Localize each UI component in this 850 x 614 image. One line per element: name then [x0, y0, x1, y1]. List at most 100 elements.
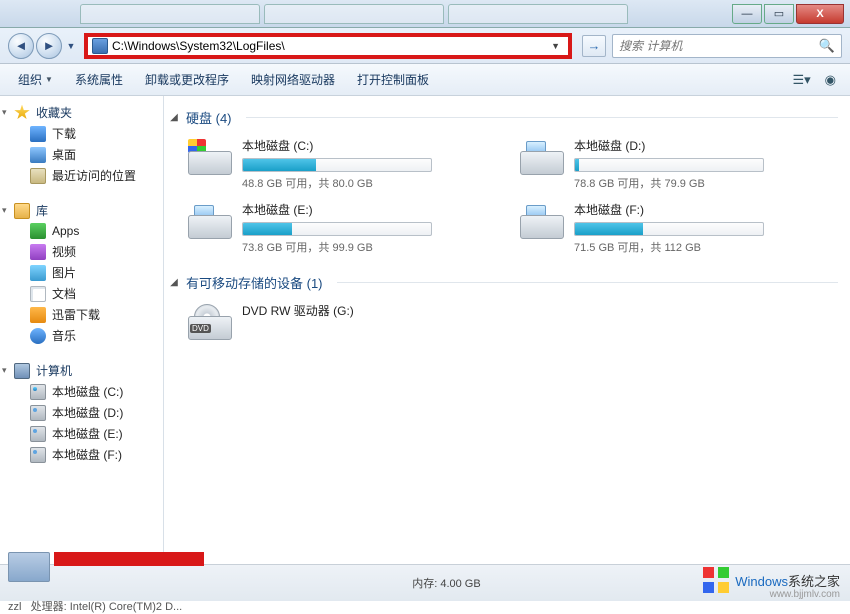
apps-icon — [30, 223, 46, 239]
drive-label: 本地磁盘 (C:) — [242, 137, 500, 154]
sidebar-item-drive-e[interactable]: 本地磁盘 (E:) — [0, 423, 163, 444]
picture-icon — [30, 265, 46, 281]
drive-stat: 71.5 GB 可用，共 112 GB — [574, 239, 832, 255]
video-icon — [30, 244, 46, 260]
computer-thumb-icon — [8, 552, 50, 582]
drive-d[interactable]: 本地磁盘 (D:) 78.8 GB 可用，共 79.9 GB — [520, 137, 832, 191]
window-tab[interactable] — [448, 4, 628, 24]
chevron-down-icon: ▼ — [45, 75, 53, 84]
forward-button[interactable]: ► — [36, 33, 62, 59]
sidebar-item-videos[interactable]: 视频 — [0, 241, 163, 262]
uninstall-button[interactable]: 卸载或更改程序 — [135, 67, 239, 92]
watermark: Windows系统之家 www.bjjmlv.com — [703, 567, 840, 593]
library-icon — [14, 203, 30, 219]
drive-e[interactable]: 本地磁盘 (E:) 73.8 GB 可用，共 99.9 GB — [188, 201, 500, 255]
download-icon — [30, 126, 46, 142]
chevron-down-icon: ▾ — [2, 365, 7, 376]
address-input[interactable] — [112, 39, 547, 53]
chevron-down-icon: ◢ — [168, 112, 180, 123]
sidebar-item-drive-f[interactable]: 本地磁盘 (F:) — [0, 444, 163, 465]
window-tabs — [80, 4, 628, 24]
nav-arrows: ◄ ► ▼ — [8, 33, 78, 59]
sidebar-item-xunlei[interactable]: 迅雷下载 — [0, 304, 163, 325]
drive-label: 本地磁盘 (D:) — [574, 137, 832, 154]
minimize-button[interactable]: — — [732, 4, 762, 24]
search-input[interactable] — [619, 39, 819, 53]
organize-button[interactable]: 组织▼ — [8, 67, 63, 92]
usage-bar — [574, 158, 764, 172]
drive-icon — [30, 426, 46, 442]
close-button[interactable]: X — [796, 4, 844, 24]
control-panel-button[interactable]: 打开控制面板 — [347, 67, 439, 92]
status-user: zzl — [8, 601, 21, 613]
sidebar-item-recent[interactable]: 最近访问的位置 — [0, 165, 163, 186]
usage-bar — [242, 158, 432, 172]
divider — [246, 117, 838, 118]
drive-icon — [30, 405, 46, 421]
search-icon[interactable]: 🔍 — [819, 38, 835, 54]
usage-fill — [243, 223, 292, 235]
address-dropdown[interactable]: ▼ — [547, 41, 564, 51]
content-pane: ◢ 硬盘 (4) 本地磁盘 (C:) 48.8 GB 可用，共 80.0 GB … — [164, 96, 850, 564]
back-button[interactable]: ◄ — [8, 33, 34, 59]
status-ram: 4.00 GB — [440, 578, 480, 590]
usage-bar — [242, 222, 432, 236]
drive-dvd[interactable]: DVD DVD RW 驱动器 (G:) — [188, 302, 500, 346]
drive-c[interactable]: 本地磁盘 (C:) 48.8 GB 可用，共 80.0 GB — [188, 137, 500, 191]
status-ram-label: 内存: — [412, 578, 437, 590]
music-icon — [30, 328, 46, 344]
computer-icon — [14, 363, 30, 379]
usage-fill — [575, 223, 643, 235]
sidebar-item-drive-c[interactable]: 本地磁盘 (C:) — [0, 381, 163, 402]
drive-icon — [30, 447, 46, 463]
maximize-button[interactable]: ▭ — [764, 4, 794, 24]
sidebar-item-documents[interactable]: 文档 — [0, 283, 163, 304]
chevron-down-icon: ▾ — [2, 205, 7, 216]
sidebar-item-downloads[interactable]: 下载 — [0, 123, 163, 144]
desktop-icon — [30, 147, 46, 163]
body: ▾收藏夹 下载 桌面 最近访问的位置 ▾库 Apps 视频 图片 文档 迅雷下载… — [0, 96, 850, 564]
sidebar-libraries-header[interactable]: ▾库 — [0, 200, 163, 221]
map-drive-button[interactable]: 映射网络驱动器 — [241, 67, 345, 92]
document-icon — [30, 286, 46, 302]
go-button[interactable]: → — [582, 35, 606, 57]
titlebar: — ▭ X — [0, 0, 850, 28]
redaction-box — [54, 552, 204, 566]
drive-label: 本地磁盘 (E:) — [242, 201, 500, 218]
window-tab[interactable] — [264, 4, 444, 24]
search-box[interactable]: 🔍 — [612, 34, 842, 58]
view-options-button[interactable]: ☰▾ — [786, 68, 816, 92]
address-bar[interactable]: ▼ — [84, 33, 572, 59]
chevron-down-icon: ◢ — [168, 277, 180, 288]
system-properties-button[interactable]: 系统属性 — [65, 67, 133, 92]
divider — [337, 282, 838, 283]
sidebar-computer-header[interactable]: ▾计算机 — [0, 360, 163, 381]
drive-stat: 48.8 GB 可用，共 80.0 GB — [242, 175, 500, 191]
drive-icon — [188, 201, 232, 245]
computer-icon — [92, 38, 108, 54]
sidebar-item-pictures[interactable]: 图片 — [0, 262, 163, 283]
sidebar-item-desktop[interactable]: 桌面 — [0, 144, 163, 165]
sidebar-item-music[interactable]: 音乐 — [0, 325, 163, 346]
window-tab[interactable] — [80, 4, 260, 24]
sidebar-item-apps[interactable]: Apps — [0, 221, 163, 241]
sidebar-favorites-header[interactable]: ▾收藏夹 — [0, 102, 163, 123]
drive-label: DVD RW 驱动器 (G:) — [242, 302, 500, 319]
section-removable-header[interactable]: ◢ 有可移动存储的设备 (1) — [168, 271, 842, 298]
drive-icon — [188, 137, 232, 181]
windows-logo-icon — [703, 567, 729, 593]
drive-icon — [520, 137, 564, 181]
drive-label: 本地磁盘 (F:) — [574, 201, 832, 218]
drive-icon — [30, 384, 46, 400]
xunlei-icon — [30, 307, 46, 323]
dvd-icon: DVD — [188, 302, 232, 346]
status-cpu-label: 处理器: — [31, 601, 67, 613]
nav-history-dropdown[interactable]: ▼ — [64, 33, 78, 59]
drive-f[interactable]: 本地磁盘 (F:) 71.5 GB 可用，共 112 GB — [520, 201, 832, 255]
forward-icon: ► — [43, 38, 56, 53]
sidebar-item-drive-d[interactable]: 本地磁盘 (D:) — [0, 402, 163, 423]
usage-bar — [574, 222, 764, 236]
chevron-down-icon: ▾ — [2, 107, 7, 118]
help-button[interactable]: ◉ — [819, 68, 842, 92]
section-drives-header[interactable]: ◢ 硬盘 (4) — [168, 106, 842, 133]
